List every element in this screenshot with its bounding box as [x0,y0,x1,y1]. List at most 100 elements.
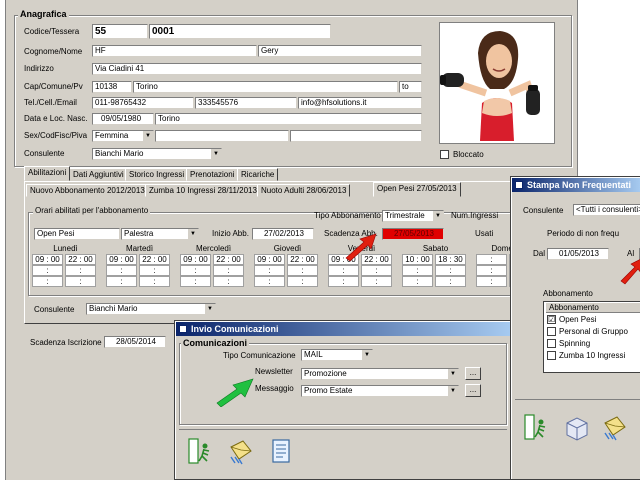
chevron-down-icon[interactable]: ▼ [447,369,458,379]
time-from-field[interactable]: 09 : 00 [32,254,63,265]
chevron-down-icon[interactable]: ▼ [447,386,458,396]
item-checkbox[interactable]: ☑ [547,315,556,324]
time-from-field[interactable]: : [106,276,137,287]
consulente-select[interactable]: Bianchi Mario ▼ [92,148,222,160]
scadenza-iscrizione-field[interactable]: 28/05/2014 [104,336,166,348]
tessera-field[interactable]: 0001 [149,24,331,39]
list-item[interactable]: Spinning [547,338,640,350]
document-icon[interactable] [267,437,295,465]
time-to-field[interactable]: 22 : 00 [213,254,244,265]
time-from-field[interactable]: : [32,265,63,276]
tab-prenotazioni[interactable]: Prenotazioni [186,168,239,181]
orari-consulente-select[interactable]: Bianchi Mario ▼ [86,303,216,315]
abbonamento-field[interactable]: Open Pesi [34,228,120,240]
chevron-down-icon[interactable]: ▼ [361,350,372,360]
item-checkbox[interactable] [547,339,556,348]
item-checkbox[interactable] [547,327,556,336]
bloccato-checkbox[interactable] [440,150,449,159]
telefono-field[interactable]: 011-98765432 [92,97,194,109]
list-item[interactable]: Zumba 10 Ingressi [547,350,640,362]
messaggio-select[interactable]: Promo Estate ▼ [301,385,459,397]
time-from-field[interactable]: : [180,265,211,276]
abbonamento-list[interactable]: Abbonamento ☑ Open Pesi Personal di Gruppo… [543,301,640,373]
inizio-field[interactable]: 27/02/2013 [252,228,314,240]
chevron-down-icon[interactable]: ▼ [187,229,198,239]
chevron-down-icon[interactable]: ▼ [142,131,153,141]
time-to-field[interactable]: : [287,265,318,276]
time-from-field[interactable]: : [402,276,433,287]
time-from-field[interactable]: 10 : 00 [402,254,433,265]
time-to-field[interactable]: 22 : 00 [65,254,96,265]
cap-field[interactable]: 10138 [92,81,132,93]
area-select[interactable]: Palestra ▼ [121,228,199,240]
newsletter-select[interactable]: Promozione ▼ [301,368,459,380]
time-to-field[interactable]: 22 : 00 [139,254,170,265]
provincia-field[interactable]: to [399,81,422,93]
time-from-field[interactable]: 09 : 00 [254,254,285,265]
partita-iva-field[interactable] [290,130,422,142]
send-mail-icon[interactable] [227,437,255,465]
tipo-comunicazione-select[interactable]: MAIL ▼ [301,349,373,361]
cognome-field[interactable]: HF [92,45,257,57]
item-checkbox[interactable] [547,351,556,360]
time-to-field[interactable]: : [361,265,392,276]
codice-field[interactable]: 55 [92,24,148,39]
chevron-down-icon[interactable]: ▼ [204,304,215,314]
exit-icon[interactable] [187,437,215,465]
time-from-field[interactable]: : [32,276,63,287]
tab-ricariche[interactable]: Ricariche [237,168,279,181]
exit-icon[interactable] [523,413,551,441]
newsletter-browse-button[interactable]: ... [465,367,481,380]
time-from-field[interactable]: : [328,265,359,276]
time-from-field[interactable]: : [106,265,137,276]
subtab-nuovo-abbonamento[interactable]: Nuovo Abbonamento 2012/2013 [26,184,149,197]
time-from-field[interactable]: : [402,265,433,276]
time-to-field[interactable]: : [361,276,392,287]
indirizzo-field[interactable]: Via Ciadini 41 [92,63,422,75]
luogo-nascita-field[interactable]: Torino [155,113,422,125]
tab-dati-aggiuntivi[interactable]: Dati Aggiuntivi [69,168,128,181]
time-to-field[interactable]: : [139,276,170,287]
send-mail-icon[interactable] [601,413,629,441]
time-to-field[interactable]: 22 : 00 [287,254,318,265]
comune-field[interactable]: Torino [133,81,398,93]
time-to-field[interactable]: : [287,276,318,287]
time-from-field[interactable]: : [476,265,507,276]
scadenza-abb-field[interactable]: 27/05/2013 [382,228,444,240]
time-to-field[interactable]: 18 : 30 [435,254,466,265]
time-from-field[interactable]: : [254,276,285,287]
time-to-field[interactable]: : [65,265,96,276]
time-to-field[interactable]: : [213,276,244,287]
time-from-field[interactable]: : [328,276,359,287]
list-item[interactable]: Personal di Gruppo [547,326,640,338]
time-from-field[interactable]: : [180,276,211,287]
nome-field[interactable]: Gery [258,45,422,57]
dal-field[interactable]: 01/05/2013 [547,248,609,260]
subtab-zumba[interactable]: Zumba 10 Ingressi 28/11/2013 [145,184,261,197]
time-from-field[interactable]: 09 : 00 [106,254,137,265]
time-to-field[interactable]: : [139,265,170,276]
time-from-field[interactable]: 09 : 00 [180,254,211,265]
chevron-down-icon[interactable]: ▼ [432,211,443,221]
data-nascita-field[interactable]: 09/05/1980 [92,113,154,125]
time-to-field[interactable]: : [65,276,96,287]
cellulare-field[interactable]: 333545576 [195,97,297,109]
email-field[interactable]: info@hfsolutions.it [298,97,422,109]
chevron-down-icon[interactable]: ▼ [210,149,221,159]
messaggio-browse-button[interactable]: ... [465,384,481,397]
list-item[interactable]: ☑ Open Pesi [547,314,640,326]
time-from-field[interactable]: : [476,276,507,287]
time-from-field[interactable]: : [254,265,285,276]
codice-fiscale-field[interactable] [155,130,289,142]
sesso-select[interactable]: Femmina ▼ [92,130,154,142]
tab-abilitazioni[interactable]: Abilitazioni [24,166,71,181]
time-from-field[interactable]: : [476,254,507,265]
stampa-consulente-select[interactable]: <Tutti i consulenti> [573,204,640,216]
time-to-field[interactable]: : [435,265,466,276]
time-to-field[interactable]: : [213,265,244,276]
tab-storico-ingressi[interactable]: Storico Ingressi [125,168,189,181]
print-box-icon[interactable] [563,413,591,441]
tipo-abbonamento-select[interactable]: Trimestrale ▼ [382,210,444,222]
time-to-field[interactable]: : [435,276,466,287]
subtab-open-pesi[interactable]: Open Pesi 27/05/2013 [373,182,461,197]
